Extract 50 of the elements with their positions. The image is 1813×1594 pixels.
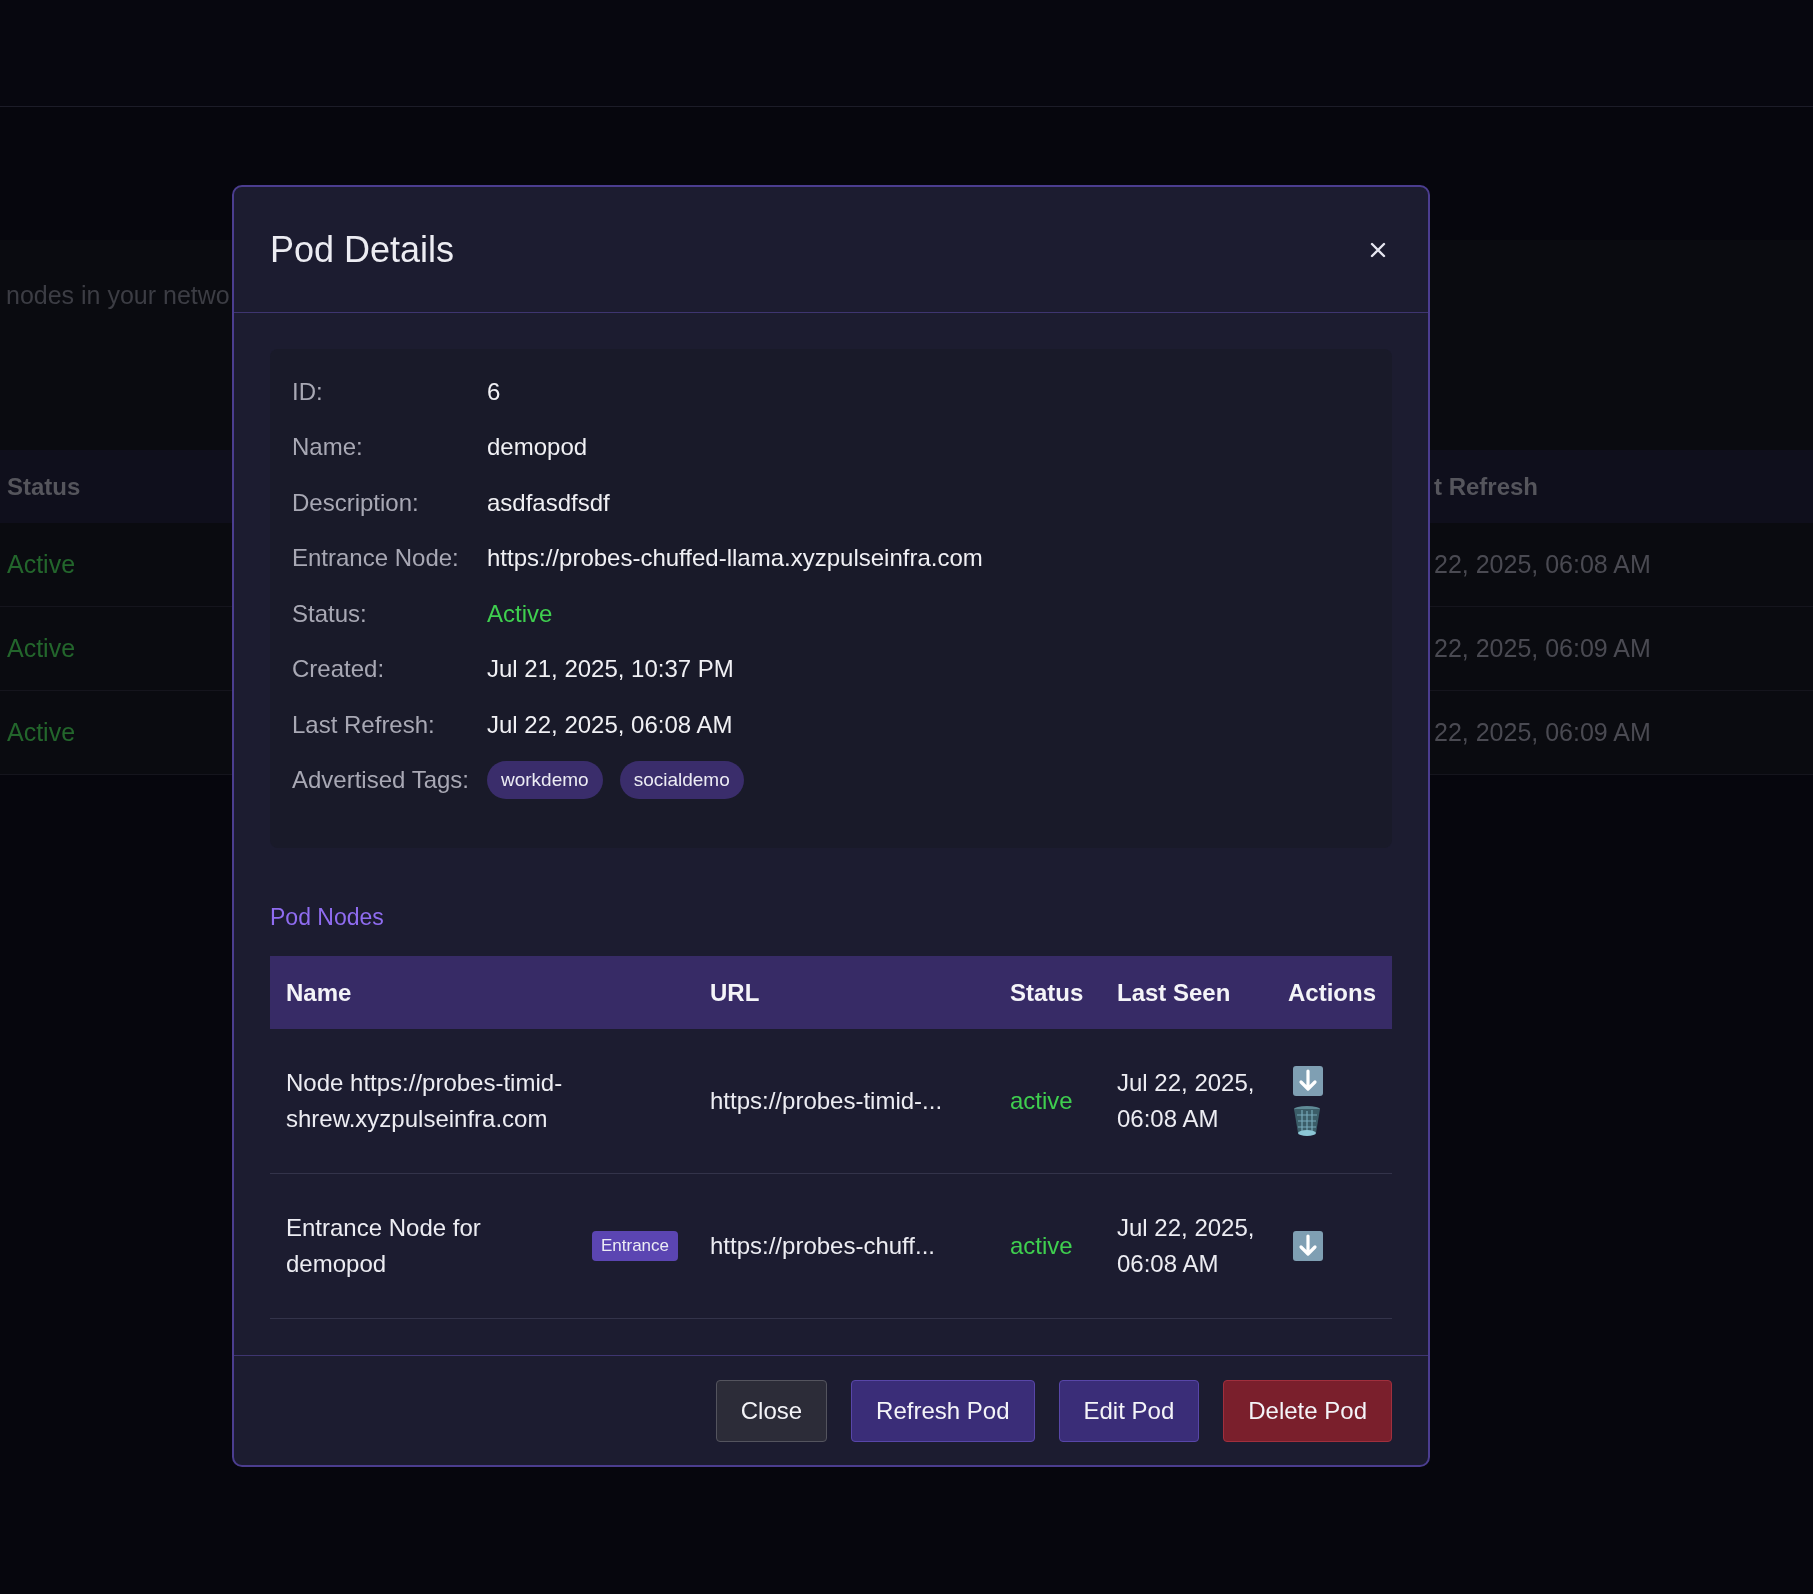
field-label: Entrance Node: [292,544,460,573]
section-title: Pod Nodes [270,904,385,931]
field-label: Last Refresh: [292,710,436,739]
field-label: Created: [292,655,386,684]
field-label: Name: [292,433,364,462]
node-name: Entrance Node for demopod [286,1213,482,1279]
field-value: asdfasdfsdf [487,488,610,517]
column-header: URL [694,956,994,1029]
field-label: Status: [292,599,368,628]
status-value: Active [487,599,553,628]
field-label: ID: [292,377,324,406]
status-text: active [1010,1087,1073,1114]
last-seen-text: Jul 22, 2025, 06:08 AM [1117,1213,1256,1279]
footer-button[interactable]: Close [715,1380,828,1442]
column-header: t Refresh [1434,472,1539,501]
close-icon [1370,241,1386,258]
entrance-badge: Entrance [591,1231,678,1261]
field-value: demopod [487,433,588,462]
column-header: Name [270,956,694,1029]
status-text: Active [7,718,76,747]
field-value: Jul 21, 2025, 10:37 PM [487,655,734,684]
node-url: https://probes-timid-... [710,1087,943,1114]
tag: workdemo [487,761,603,800]
node-url: https://probes-chuff... [710,1232,935,1259]
trash-icon [1292,1105,1322,1137]
field-value: 6 [487,377,501,406]
status-text: Active [7,550,76,579]
column-header: Status [7,472,81,501]
footer-button[interactable]: Refresh Pod [851,1380,1035,1442]
field-value: https://probes-chuffed-llama.xyzpulseinfra.com [487,544,983,573]
status-text: active [1010,1232,1073,1259]
modal-title: Pod Details [270,228,455,271]
date-text: 22, 2025, 06:09 AM [1434,718,1651,747]
date-text: 22, 2025, 06:08 AM [1434,550,1651,579]
delete-button[interactable] [1292,1105,1322,1137]
status-text: Active [7,634,76,663]
footer-button[interactable]: Edit Pod [1058,1380,1200,1442]
field-label: Advertised Tags: [292,766,470,795]
column-header: Actions [1272,956,1392,1029]
field-value: Jul 22, 2025, 06:08 AM [487,710,733,739]
date-text: 22, 2025, 06:09 AM [1434,634,1651,663]
footer-button[interactable]: Delete Pod [1223,1380,1392,1442]
last-seen-text: Jul 22, 2025, 06:08 AM [1117,1068,1256,1134]
download-button[interactable] [1292,1065,1324,1097]
tag: socialdemo [619,761,744,800]
column-header: Status [994,956,1101,1029]
field-label: Description: [292,488,420,517]
node-name: Node https://probes-timid-shrew.xyzpulseinfra.com [286,1068,564,1134]
column-header: Last Seen [1101,956,1272,1029]
download-button[interactable] [1292,1230,1324,1262]
